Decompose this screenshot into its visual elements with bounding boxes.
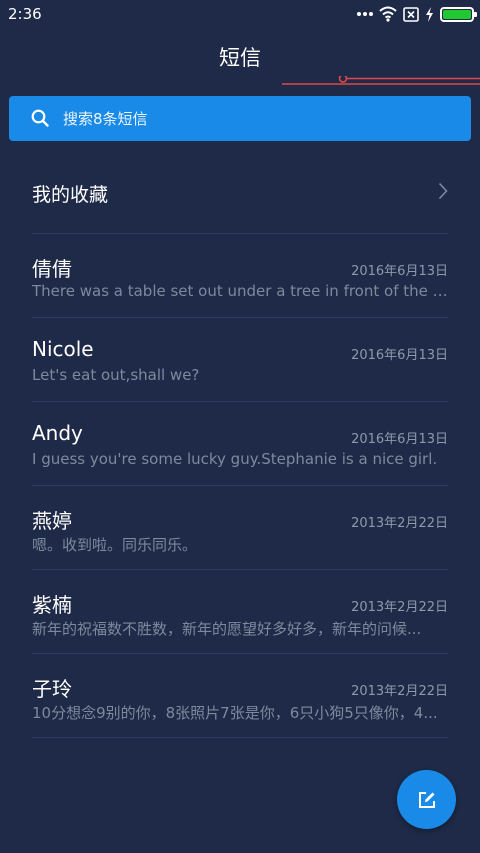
compose-button[interactable] (397, 770, 456, 829)
contact-name: 子玲 (32, 677, 72, 701)
status-bar: 2:36 (0, 0, 480, 28)
message-preview: I guess you're some lucky guy.Stephanie … (32, 450, 438, 468)
conversation-item[interactable]: 倩倩 2016年6月13日 There was a table set out … (32, 234, 448, 318)
message-date: 2013年2月22日 (351, 600, 448, 615)
battery-icon (440, 6, 477, 22)
status-time: 2:36 (8, 5, 42, 23)
search-bar[interactable]: 搜索8条短信 (9, 96, 471, 141)
message-date: 2016年6月13日 (351, 432, 448, 447)
wifi-icon (379, 6, 397, 22)
compose-icon (418, 791, 435, 808)
sim-x-icon (403, 6, 419, 22)
conversation-item[interactable]: 燕婷 2013年2月22日 嗯。收到啦。同乐同乐。 (32, 486, 448, 570)
search-icon (31, 109, 49, 127)
conversation-item[interactable]: 子玲 2013年2月22日 10分想念9别的你，8张照片7张是你，6只小狗5只像… (32, 654, 448, 738)
message-preview: 10分想念9别的你，8张照片7张是你，6只小狗5只像你，4... (32, 704, 438, 722)
contact-name: 倩倩 (32, 257, 72, 281)
conversation-item[interactable]: 紫楠 2013年2月22日 新年的祝福数不胜数，新年的愿望好多好多，新年的问候.… (32, 570, 448, 654)
decorative-line (282, 76, 480, 85)
page-title: 短信 (219, 46, 261, 70)
more-dots-icon (357, 12, 373, 16)
favorites-label: 我的收藏 (32, 184, 109, 206)
search-placeholder: 搜索8条短信 (63, 110, 148, 128)
contact-name: 燕婷 (32, 509, 72, 533)
message-preview: Let's eat out,shall we? (32, 366, 200, 384)
chevron-right-icon (438, 182, 448, 200)
message-preview: There was a table set out under a tree i… (32, 282, 448, 300)
favorites-row[interactable]: 我的收藏 (32, 160, 448, 234)
messages-screen: 2:36 短信 搜索8条短信 我的收藏 倩倩 2016年6月13日 There … (0, 0, 480, 853)
conversation-item[interactable]: Andy 2016年6月13日 I guess you're some luck… (32, 402, 448, 486)
conversation-item[interactable]: Nicole 2016年6月13日 Let's eat out,shall we… (32, 318, 448, 402)
message-date: 2016年6月13日 (351, 264, 448, 279)
message-preview: 嗯。收到啦。同乐同乐。 (32, 536, 198, 554)
contact-name: 紫楠 (32, 593, 72, 617)
status-icons (357, 5, 477, 23)
message-date: 2013年2月22日 (351, 684, 448, 699)
message-date: 2016年6月13日 (351, 348, 448, 363)
contact-name: Nicole (32, 337, 94, 361)
message-date: 2013年2月22日 (351, 516, 448, 531)
conversation-list: 倩倩 2016年6月13日 There was a table set out … (32, 234, 448, 738)
charging-icon (426, 6, 433, 22)
contact-name: Andy (32, 421, 83, 445)
message-preview: 新年的祝福数不胜数，新年的愿望好多好多，新年的问候... (32, 620, 422, 638)
